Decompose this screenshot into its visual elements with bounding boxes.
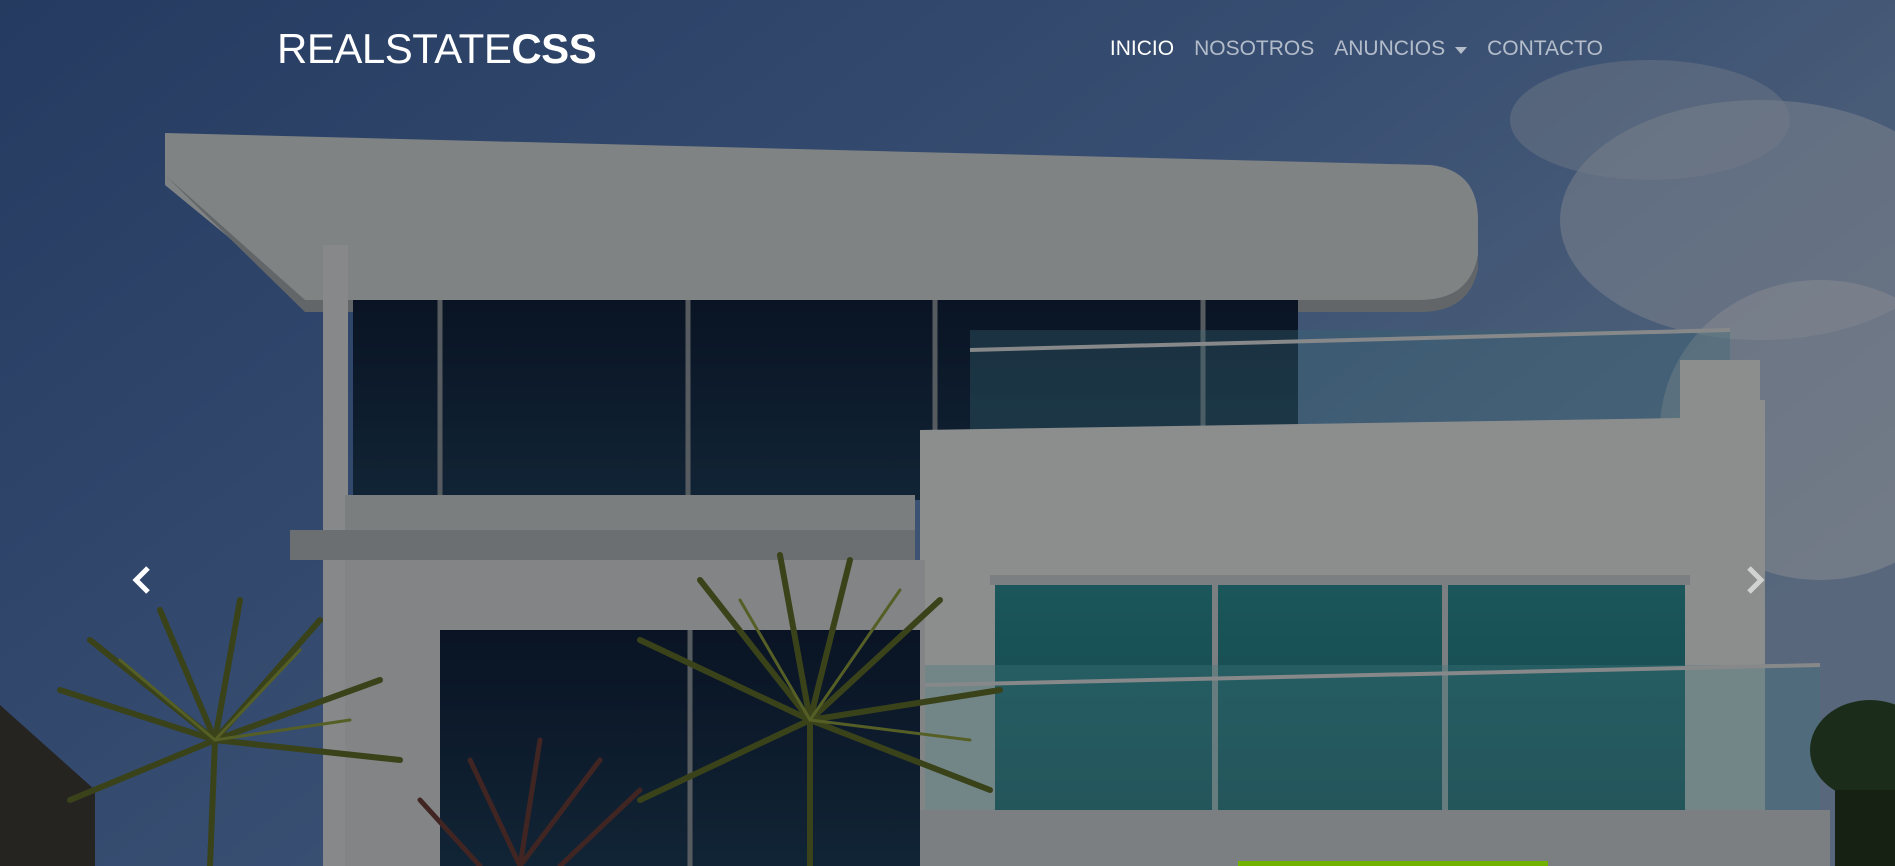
nav-item-contacto: CONTACTO xyxy=(1477,34,1613,64)
nav-link-anuncios[interactable]: ANUNCIOS xyxy=(1334,34,1468,64)
chevron-right-icon xyxy=(1747,566,1765,594)
carousel-prev-button[interactable] xyxy=(122,560,162,600)
brand-name-light: REALSTATE xyxy=(277,25,512,72)
nav-item-inicio: INICIO xyxy=(1100,34,1184,64)
nav-link-anuncios-label: ANUNCIOS xyxy=(1334,37,1446,60)
top-navbar: REALSTATECSS INICIO NOSOTROS ANUNCIOS CO… xyxy=(0,0,1895,100)
hero-carousel: REALSTATECSS INICIO NOSOTROS ANUNCIOS CO… xyxy=(0,0,1895,866)
brand-name-bold: CSS xyxy=(511,25,597,72)
brand-logo[interactable]: REALSTATECSS xyxy=(277,24,597,74)
main-nav: INICIO NOSOTROS ANUNCIOS CONTACTO xyxy=(1100,34,1613,64)
nav-link-inicio[interactable]: INICIO xyxy=(1110,34,1174,64)
chevron-left-icon xyxy=(132,566,150,594)
carousel-active-indicator[interactable] xyxy=(1238,861,1548,866)
nav-link-contacto[interactable]: CONTACTO xyxy=(1487,34,1603,64)
nav-item-anuncios: ANUNCIOS xyxy=(1324,34,1477,64)
nav-item-nosotros: NOSOTROS xyxy=(1184,34,1324,64)
caret-down-icon xyxy=(1455,46,1468,54)
nav-link-nosotros[interactable]: NOSOTROS xyxy=(1194,34,1314,64)
carousel-next-button[interactable] xyxy=(1735,560,1775,600)
hero-image xyxy=(0,0,1895,866)
